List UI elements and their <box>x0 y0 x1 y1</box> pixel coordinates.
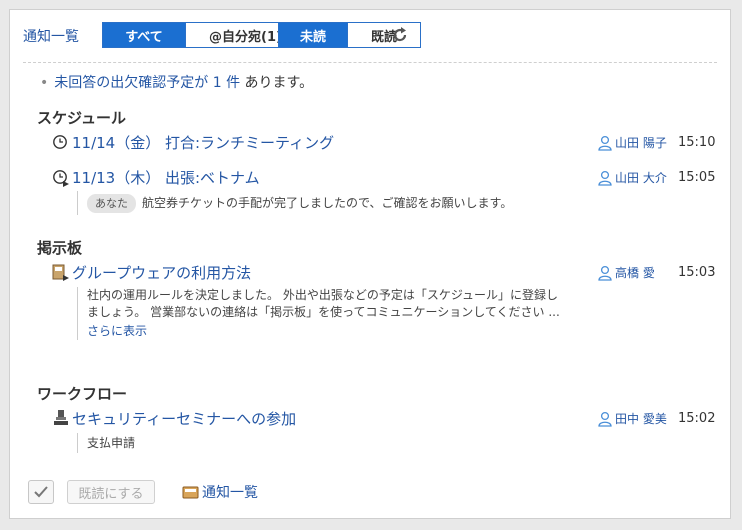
toolbar-divider <box>23 62 717 63</box>
bulletin-board-icon <box>52 264 70 286</box>
bulletin-body: 社内の運用ルールを決定しました。 外出や出張などの予定は「スケジュール」に登録し… <box>77 287 567 340</box>
user-icon <box>598 411 612 427</box>
workflow-body: 支払申請 <box>77 433 287 453</box>
inbox-icon <box>182 486 199 499</box>
bulletin-item-time: 15:03 <box>678 265 716 280</box>
mark-as-read-button[interactable]: 既読にする <box>67 480 155 504</box>
schedule-item-time: 15:05 <box>678 170 716 185</box>
schedule-item-title[interactable]: 11/13（木） 出張:ベトナム <box>72 167 260 188</box>
workflow-stamp-icon <box>53 409 69 431</box>
notification-list-title-link[interactable]: 通知一覧 <box>23 26 79 46</box>
schedule-clock-icon <box>52 134 68 154</box>
show-more-link[interactable]: さらに表示 <box>87 323 567 340</box>
workflow-item-time: 15:02 <box>678 411 716 426</box>
bulletin-item-title[interactable]: グループウェアの利用方法 <box>72 262 251 283</box>
notification-panel: 通知一覧 すべて @自分宛(1) 未読 既読 • 未回答の出欠確認予定が 1 件 … <box>9 9 731 519</box>
user-icon <box>598 170 612 186</box>
recipient-filter: すべて @自分宛(1) <box>102 22 306 48</box>
check-icon <box>34 486 48 498</box>
select-all-checkbox[interactable] <box>28 480 54 504</box>
workflow-item-title[interactable]: セキュリティーセミナーへの参加 <box>72 408 296 429</box>
schedule-item-user[interactable]: 山田 陽子 <box>597 134 667 151</box>
you-badge: あなた <box>87 193 136 213</box>
comment-text: 航空券チケットの手配が完了しましたので、ご確認をお願いします。 <box>142 195 513 210</box>
pending-attendance-link[interactable]: 未回答の出欠確認予定が 1 件 <box>54 75 240 91</box>
footer-notification-list[interactable]: 通知一覧 <box>182 482 258 502</box>
filter-unread-button[interactable]: 未読 <box>279 23 347 47</box>
pending-attendance-notice: • 未回答の出欠確認予定が 1 件 あります。 <box>40 72 313 92</box>
schedule-item-time: 15:10 <box>678 135 716 150</box>
schedule-clock-forward-icon <box>52 169 70 191</box>
schedule-item-title[interactable]: 11/14（金） 打合:ランチミーティング <box>72 132 334 153</box>
footer-notification-list-link[interactable]: 通知一覧 <box>202 482 258 502</box>
schedule-item-user[interactable]: 山田 大介 <box>597 169 667 186</box>
bulletin-item-user[interactable]: 高橋 愛 <box>597 264 655 281</box>
user-icon <box>598 135 612 151</box>
section-title-bulletin: 掲示板 <box>37 239 83 257</box>
filter-all-button[interactable]: すべて <box>103 23 185 47</box>
workflow-body-text: 支払申請 <box>87 435 136 450</box>
bullet-icon: • <box>40 75 49 91</box>
user-icon <box>598 265 612 281</box>
workflow-item-user[interactable]: 田中 愛美 <box>597 410 667 427</box>
schedule-comment: あなた 航空券チケットの手配が完了しましたので、ご確認をお願いします。 <box>77 191 567 215</box>
notice-suffix: あります。 <box>244 75 314 91</box>
section-title-workflow: ワークフロー <box>37 385 128 403</box>
section-title-schedule: スケジュール <box>37 109 126 127</box>
refresh-icon[interactable] <box>390 25 410 45</box>
bulletin-body-text: 社内の運用ルールを決定しました。 外出や出張などの予定は「スケジュール」に登録し… <box>87 288 560 319</box>
